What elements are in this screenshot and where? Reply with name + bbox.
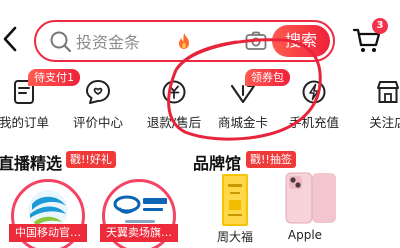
live-gift-badge: 戳!!好礼 <box>66 151 116 168</box>
camera-icon[interactable] <box>245 31 267 51</box>
live-card-china-telecom[interactable]: 天翼卖场旗… <box>98 176 180 248</box>
live-section-title[interactable]: 直播精选 <box>0 150 62 174</box>
gold-bar-icon <box>222 174 248 226</box>
shortcut-refund[interactable]: 退款/售后 <box>136 68 212 130</box>
live-card-caption: 中国移动官… <box>9 224 87 242</box>
shortcut-label: 商城金卡 <box>217 115 268 130</box>
review-icon <box>86 80 110 104</box>
brand-card-chow-tai-fook[interactable]: 周大福 <box>202 170 268 248</box>
back-arrow-icon <box>3 26 17 52</box>
shortcut-label: 评价中心 <box>72 115 123 130</box>
shortcut-phone-topup[interactable]: 手机充值 <box>276 68 352 130</box>
shortcut-label: 退款/售后 <box>146 115 202 130</box>
brand-lottery-badge: 戳!!抽签 <box>246 151 296 168</box>
brand-name: 周大福 <box>216 230 253 244</box>
shortcut-followed-stores[interactable]: 关注店 <box>350 68 400 130</box>
search-input[interactable] <box>76 28 186 56</box>
flame-icon <box>179 33 189 49</box>
search-icon <box>50 31 72 53</box>
shortcut-review-center[interactable]: 评价中心 <box>60 68 136 130</box>
brand-name: Apple <box>287 228 323 242</box>
iphone-product-icon <box>285 172 336 224</box>
live-card-china-mobile[interactable]: 中国移动官… <box>7 176 89 248</box>
cart-count-badge: 3 <box>372 18 388 34</box>
live-card-caption: 天翼卖场旗… <box>100 224 178 242</box>
followed-store-icon <box>377 81 399 103</box>
shortcut-label: 手机充值 <box>288 115 339 130</box>
shortcut-label: 我的订单 <box>0 115 49 130</box>
shortcut-label: 关注店 <box>369 115 400 130</box>
phone-topup-icon <box>302 80 326 104</box>
brand-card-apple[interactable]: Apple <box>272 170 338 248</box>
search-button[interactable]: 搜索 <box>272 25 330 57</box>
search-bar[interactable]: 搜索 <box>34 20 335 62</box>
refund-icon <box>162 80 186 104</box>
back-button[interactable] <box>0 24 24 54</box>
shortcut-row: 我的订单 待支付1 评价中心 退款/售后 商城金卡 领券包 手机充值 关注 <box>0 68 400 130</box>
